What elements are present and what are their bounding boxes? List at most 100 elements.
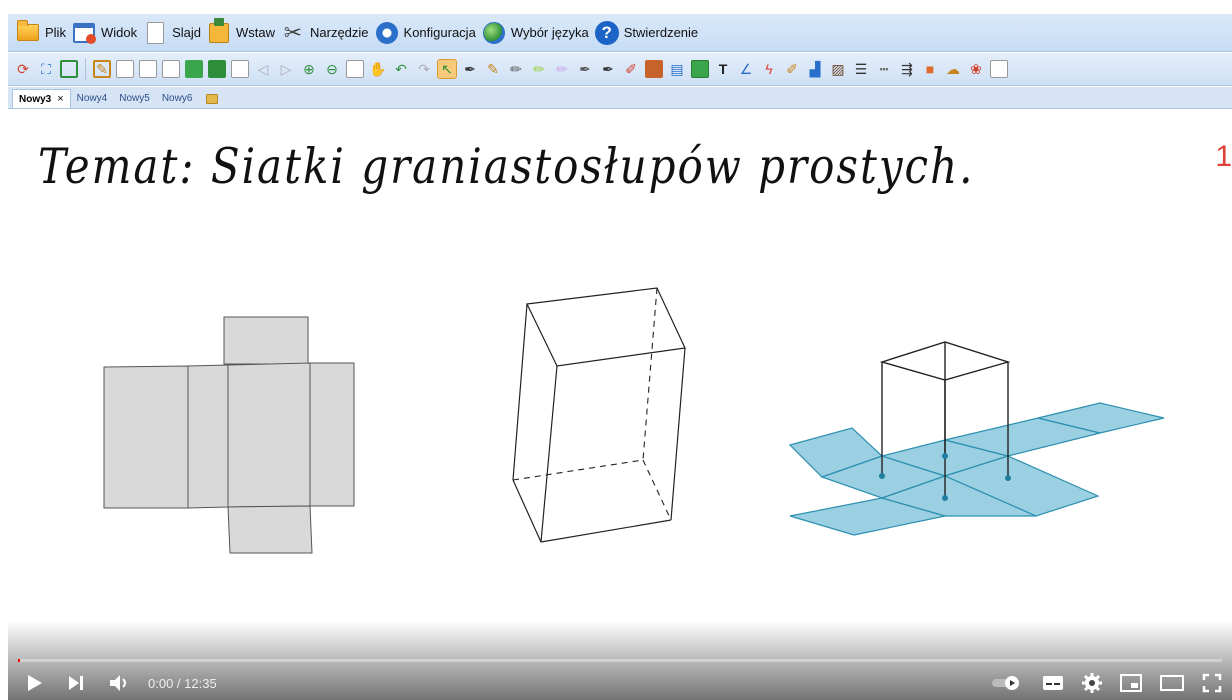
line-end-icon[interactable]: ⇶ [898,60,916,78]
next-icon[interactable] [66,673,86,693]
page-number: 1 [1215,140,1232,173]
autoplay-icon[interactable] [990,675,1024,691]
miniplayer-icon[interactable] [1120,674,1142,692]
player-controls-background: 0:00 / 12:35 [8,620,1232,700]
tab-label: Nowy4 [76,93,108,104]
insert-icon [207,17,231,45]
net-face-right [309,362,355,507]
tab-nowy4[interactable]: Nowy4 [71,89,114,108]
tab-label: Nowy3 [19,93,52,105]
net-face-front [227,362,311,508]
marker-icon[interactable]: ✏ [553,60,571,78]
chart-icon[interactable]: ▟ [806,60,824,78]
menu-bar: Plik Widok Slajd Wstaw ✂ Narzędzie Konfi… [8,14,1232,52]
tab-nowy5[interactable]: Nowy5 [113,89,156,108]
tools-icon: ✂ [283,19,303,45]
progress-bar[interactable] [18,659,1222,662]
toolbar-divider [85,58,86,80]
net-face-top [223,316,309,365]
more-tools-icon[interactable] [990,60,1008,78]
new-page-icon[interactable] [116,60,134,78]
menu-file[interactable]: Plik [14,18,70,48]
menu-view[interactable]: Widok [70,18,141,48]
print-icon[interactable] [231,60,249,78]
progress-fill [18,659,21,662]
subtitles-icon[interactable] [1042,674,1064,692]
hand-icon[interactable]: ✋ [369,60,387,78]
undo-icon[interactable]: ↶ [392,60,410,78]
tab-label: Nowy6 [161,93,193,104]
pencil-icon[interactable]: ✏ [507,60,525,78]
volume-icon[interactable] [108,673,130,693]
hatch-icon[interactable]: ▨ [829,60,847,78]
fountain-pen-icon[interactable]: ✒ [599,60,617,78]
line-style-icon[interactable]: ☰ [852,60,870,78]
time-display: 0:00 / 12:35 [148,675,217,691]
menu-label: Stwierdzenie [623,25,699,40]
lesson-title: Temat: Siatki graniastosłupów prostych. [38,138,975,195]
menu-label: Wstaw [236,25,275,40]
export-page-icon[interactable] [162,60,180,78]
eraser-icon[interactable] [645,60,663,78]
text-icon[interactable]: T [714,60,732,78]
frame-icon[interactable] [60,60,78,78]
menu-config[interactable]: Konfiguracja [373,18,480,48]
brush-icon[interactable]: ✎ [484,60,502,78]
menu-label: Konfiguracja [403,25,476,40]
sticker-icon[interactable]: ☁ [944,60,962,78]
window-icon [72,21,96,45]
prev-page-icon[interactable]: ◁ [254,60,272,78]
prism-net-unfolding-figure [788,341,1165,536]
save-as-icon[interactable] [208,60,226,78]
menu-language[interactable]: Wybór języka [480,18,593,48]
save-icon[interactable] [185,60,203,78]
pointer-icon[interactable]: ↖ [437,59,457,79]
zoom-out-icon[interactable]: ⊖ [323,60,341,78]
cuboid-3d-figure [512,287,686,543]
pen-icon[interactable]: ✒ [461,60,479,78]
menu-insert[interactable]: Wstaw [205,17,279,48]
document-tabs: Nowy3 × Nowy4 Nowy5 Nowy6 [8,87,1232,109]
net-face-left-narrow [187,364,229,509]
play-icon[interactable] [24,673,44,693]
fullscreen-icon[interactable] [1202,673,1222,693]
fit-page-icon[interactable] [346,60,364,78]
compass-icon[interactable]: ∠ [737,60,755,78]
net-face-bottom [227,505,313,554]
menu-slide[interactable]: Slajd [141,18,205,48]
image-icon[interactable] [691,60,709,78]
highlighter-icon[interactable]: ✏ [530,60,548,78]
extra-tool-icon[interactable]: ❀ [967,60,985,78]
next-page-icon[interactable]: ▷ [277,60,295,78]
tab-nowy6[interactable]: Nowy6 [156,89,199,108]
page-icon [143,21,167,45]
zoom-in-icon[interactable]: ⊕ [300,60,318,78]
settings-icon[interactable] [1082,673,1102,693]
menu-help[interactable]: ? Stwierdzenie [593,18,702,48]
dash-style-icon[interactable]: ┅ [875,60,893,78]
smartboard-app: Plik Widok Slajd Wstaw ✂ Narzędzie Konfi… [8,14,1232,700]
edit-box-icon[interactable]: ✎ [93,60,111,78]
lightning-icon[interactable]: ϟ [760,60,778,78]
tab-label: Nowy5 [119,93,150,104]
whiteboard-canvas[interactable]: Temat: Siatki graniastosłupów prostych. … [8,110,1232,700]
camera-icon[interactable]: ■ [921,60,939,78]
menu-label: Plik [45,25,66,40]
net-face-left [103,365,189,509]
menu-label: Slajd [172,25,201,40]
menu-tools[interactable]: ✂ Narzędzie [279,18,373,48]
clapper-icon[interactable]: ▤ [668,60,686,78]
new-tab-icon[interactable] [206,94,219,104]
tab-nowy3[interactable]: Nowy3 × [12,89,71,108]
menu-label: Narzędzie [310,25,369,40]
calligraphy-icon[interactable]: ✒ [576,60,594,78]
globe-icon [482,21,506,45]
redo-icon[interactable]: ↷ [415,60,433,78]
fill-icon[interactable]: ✐ [783,60,801,78]
close-icon[interactable]: × [57,93,63,105]
fullscreen-select-icon[interactable]: ⛶ [37,60,55,78]
refresh-icon[interactable]: ⟳ [14,60,32,78]
theater-icon[interactable] [1160,675,1184,691]
open-page-icon[interactable] [139,60,157,78]
laser-icon[interactable]: ✐ [622,60,640,78]
